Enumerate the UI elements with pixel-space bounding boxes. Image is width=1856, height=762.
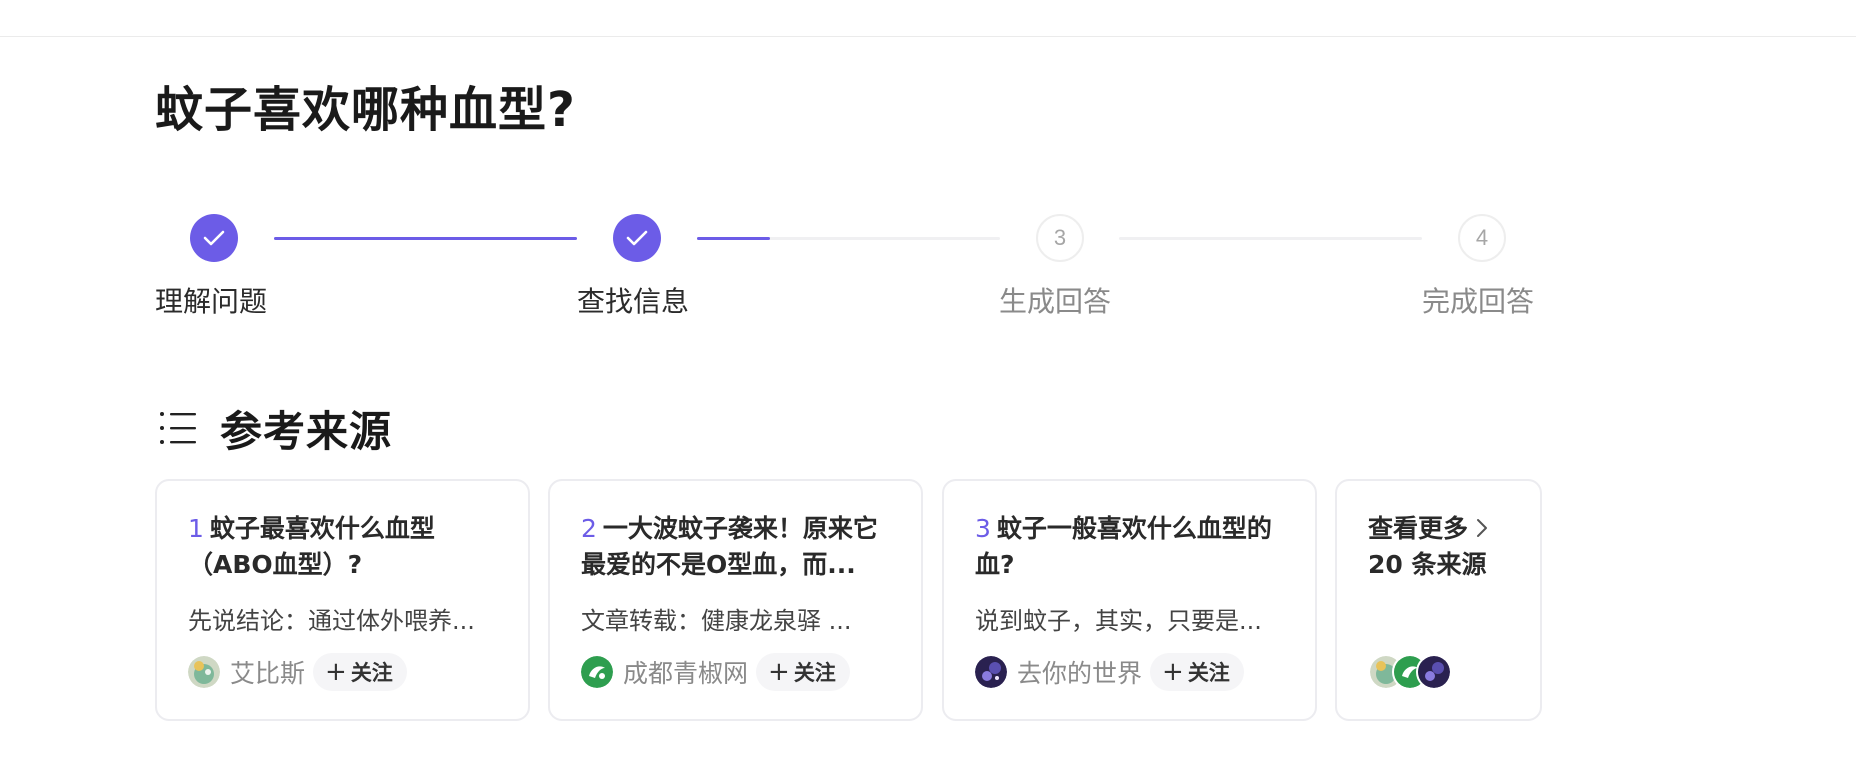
reference-card-1-footer: 艾比斯 + 关注 [188,652,407,692]
avatar [975,656,1007,688]
reference-card-2-title[interactable]: 2 一大波蚊子袭来！原来它最爱的不是O型血，而... [581,511,901,583]
reference-card-1-snippet: 先说结论：通过体外喂养... [188,607,475,635]
reference-card-3-footer: 去你的世界 + 关注 [975,652,1244,692]
plus-icon: + [325,657,347,687]
step-1-label: 理解问题 [155,285,268,318]
step-2-label: 查找信息 [577,285,690,318]
reference-card-1[interactable]: 1 蚊子最喜欢什么血型（ABO血型）? 先说结论：通过体外喂养... 艾比斯 + … [155,479,530,721]
chevron-right-icon [1476,512,1488,548]
follow-button[interactable]: + 关注 [1150,653,1244,691]
follow-label: 关注 [1187,661,1230,685]
reference-card-2-footer: 成都青椒网 + 关注 [581,652,850,692]
progress-steps: 理解问题 查找信息 3 生成回答 4 完成回答 [155,214,1545,334]
author-name[interactable]: 成都青椒网 [623,654,748,690]
avatar [1416,654,1452,690]
view-more-label: 查看更多 [1368,514,1469,543]
reference-card-3-title-text: 蚊子一般喜欢什么血型的血? [975,514,1272,579]
references-header: 参考来源 [158,400,392,456]
avatar [188,656,220,688]
follow-button[interactable]: + 关注 [313,653,407,691]
reference-card-2[interactable]: 2 一大波蚊子袭来！原来它最爱的不是O型血，而... 文章转载：健康龙泉驿 ...… [548,479,923,721]
reference-card-1-title[interactable]: 1 蚊子最喜欢什么血型（ABO血型）? [188,511,508,583]
step-4-number: 4 [1458,214,1506,262]
step-1-check-icon [190,214,238,262]
top-bar [0,0,1856,37]
step-3-label: 生成回答 [999,285,1112,318]
plus-icon: + [768,657,790,687]
view-more-link[interactable]: 查看更多 [1368,511,1488,548]
reference-card-3-title[interactable]: 3 蚊子一般喜欢什么血型的血? [975,511,1295,583]
reference-card-1-number: 1 [188,514,204,543]
author-name[interactable]: 艾比斯 [230,654,305,690]
progress-line-3 [1119,237,1422,240]
reference-card-2-snippet: 文章转载：健康龙泉驿 ... [581,607,852,635]
stacked-avatars [1368,654,1488,690]
follow-button[interactable]: + 关注 [756,653,850,691]
references-title: 参考来源 [220,406,393,456]
reference-card-3-snippet: 说到蚊子，其实，只要是... [975,607,1262,635]
list-icon [158,408,198,448]
reference-card-2-number: 2 [581,514,597,543]
step-4-label: 完成回答 [1422,285,1535,318]
page-title: 蚊子喜欢哪种血型? [155,82,576,138]
source-count: 20 条来源 [1368,550,1487,579]
reference-card-2-title-text: 一大波蚊子袭来！原来它最爱的不是O型血，而... [581,514,878,579]
view-more-card[interactable]: 查看更多 20 条来源 [1335,479,1542,721]
reference-card-1-title-text: 蚊子最喜欢什么血型（ABO血型）? [188,514,435,579]
follow-label: 关注 [350,661,393,685]
reference-card-3-number: 3 [975,514,991,543]
progress-line-2-fill [697,237,770,240]
avatar [581,656,613,688]
follow-label: 关注 [793,661,836,685]
reference-card-3[interactable]: 3 蚊子一般喜欢什么血型的血? 说到蚊子，其实，只要是... 去你的世界 + 关注 [942,479,1317,721]
progress-line-1-fill [274,237,577,240]
author-name[interactable]: 去你的世界 [1017,654,1142,690]
step-2-check-icon [613,214,661,262]
progress-line-2 [697,237,1000,240]
step-3-number: 3 [1036,214,1084,262]
progress-line-1 [274,237,577,240]
plus-icon: + [1162,657,1184,687]
